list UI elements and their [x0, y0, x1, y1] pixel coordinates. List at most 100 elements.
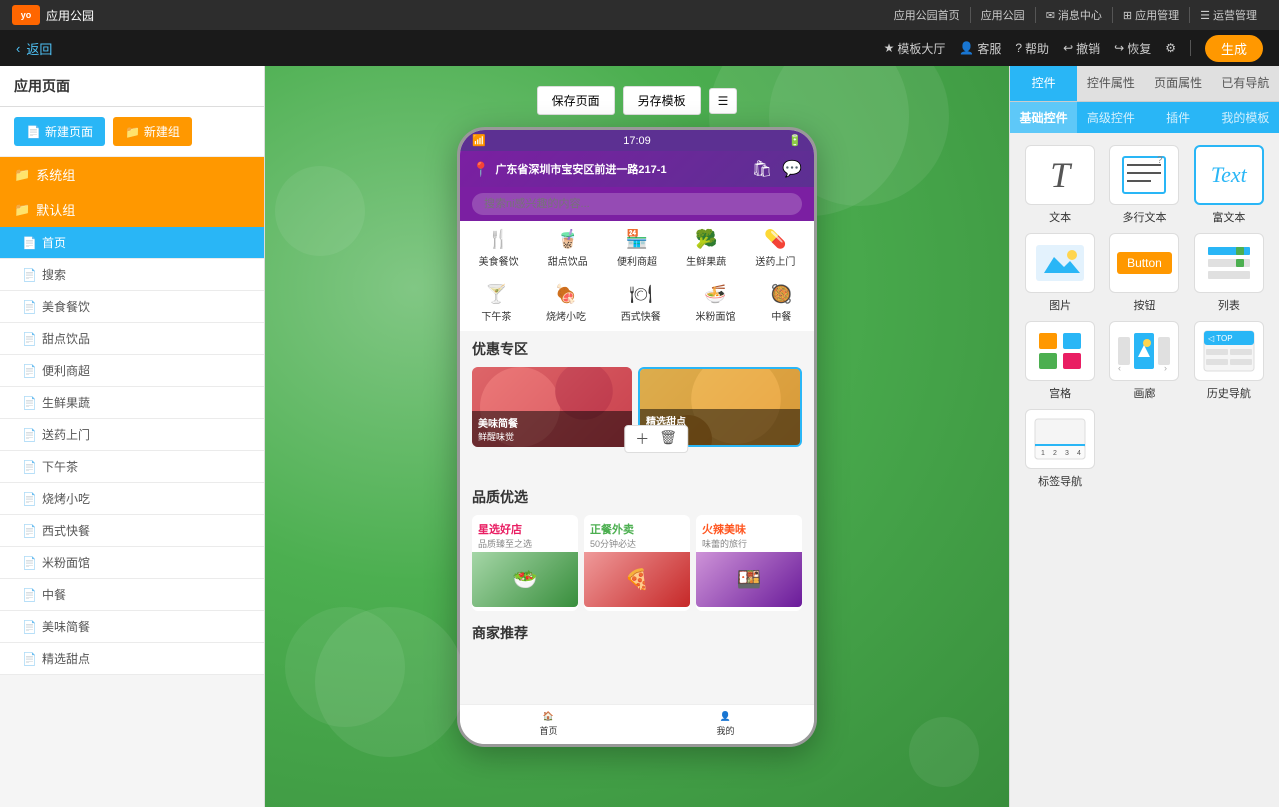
quality-card-2-title: 正餐外卖 — [590, 521, 684, 537]
cat-chinese[interactable]: 🥘 中餐 — [770, 284, 792, 323]
sidebar-group-def[interactable]: 📁 默认组 — [0, 192, 264, 227]
sidebar-item-simple-meal[interactable]: 📄 美味简餐 — [0, 611, 264, 643]
tab-nav[interactable]: 已有导航 — [1212, 66, 1279, 101]
help-btn[interactable]: ? 帮助 — [1015, 40, 1049, 57]
bottom-nav-profile[interactable]: 👤 我的 — [716, 711, 734, 738]
cat-fresh-label: 生鲜果蔬 — [686, 253, 726, 268]
widget-image[interactable]: 图片 — [1022, 233, 1098, 313]
cat-medicine[interactable]: 💊 送药上门 — [755, 229, 795, 268]
phone-search-input[interactable] — [472, 193, 802, 215]
tab-control-props[interactable]: 控件属性 — [1077, 66, 1144, 101]
subtab-mytemplate[interactable]: 我的模板 — [1212, 102, 1279, 133]
sidebar-title: 应用页面 — [0, 66, 264, 107]
svg-text:◁ TOP: ◁ TOP — [1208, 334, 1233, 343]
widget-grid-w[interactable]: 宫格 — [1022, 321, 1098, 401]
promo-cards-row: 美味简餐 鲜醒味觉 精选甜点 美好心情 ＋ 🗑 — [460, 363, 814, 451]
template-hall-btn[interactable]: ★ 模板大厅 — [884, 40, 946, 57]
subtab-basic[interactable]: 基础控件 — [1010, 102, 1077, 133]
cat-tea[interactable]: 🍸 下午茶 — [481, 284, 511, 323]
page-icon-convenience: 📄 — [22, 364, 37, 378]
sidebar-buttons: 📄 新建页面 📁 新建组 — [0, 107, 264, 157]
cat-convenience[interactable]: 🏪 便利商超 — [617, 229, 657, 268]
undo-btn[interactable]: ↩ 撤销 — [1063, 40, 1100, 57]
new-page-button[interactable]: 📄 新建页面 — [14, 117, 105, 146]
ops-icon: ☰ — [1200, 9, 1210, 22]
tab-nav-icon: 1 2 3 4 — [1033, 417, 1087, 461]
nav-link-ops[interactable]: ☰ 运营管理 — [1190, 7, 1267, 23]
add-promo-btn[interactable]: ＋ — [635, 429, 649, 449]
canvas-menu-button[interactable]: ☰ — [709, 88, 738, 114]
promo-card-actions: ＋ 🗑 — [624, 425, 688, 453]
message-icon[interactable]: 💬 — [782, 159, 802, 179]
quality-card-2-subtitle: 50分钟必达 — [590, 537, 684, 550]
bottom-nav-home[interactable]: 🏠 首页 — [539, 711, 557, 738]
nav-link-app[interactable]: 应用公园 — [971, 7, 1036, 23]
page-icon-tea: 📄 — [22, 460, 37, 474]
new-group-button[interactable]: 📁 新建组 — [113, 117, 192, 146]
sidebar-item-bbq[interactable]: 📄 烧烤小吃 — [0, 483, 264, 515]
sidebar-item-selected-dessert[interactable]: 📄 精选甜点 — [0, 643, 264, 675]
cat-dessert[interactable]: 🧋 甜点饮品 — [548, 229, 588, 268]
svg-text:4: 4 — [1077, 450, 1081, 457]
quality-card-1-title: 星选好店 — [478, 521, 572, 537]
sidebar-item-dessert[interactable]: 📄 甜点饮品 — [0, 323, 264, 355]
cat-chinese-label: 中餐 — [771, 308, 791, 323]
sidebar-item-search[interactable]: 📄 搜索 — [0, 259, 264, 291]
tab-controls[interactable]: 控件 — [1010, 66, 1077, 101]
sidebar-group-sys[interactable]: 📁 系统组 — [0, 157, 264, 192]
save-page-button[interactable]: 保存页面 — [537, 86, 615, 115]
delete-promo-btn[interactable]: 🗑 — [659, 429, 677, 449]
sidebar-item-western[interactable]: 📄 西式快餐 — [0, 515, 264, 547]
quality-card-3-img: 🍱 — [696, 552, 802, 607]
quality-card-1[interactable]: 星选好店 品质臻至之选 🥗 — [472, 515, 578, 611]
cat-food[interactable]: 🍴 美食餐饮 — [479, 229, 519, 268]
sidebar-item-noodle[interactable]: 📄 米粉面馆 — [0, 547, 264, 579]
back-button[interactable]: ‹ 返回 — [16, 39, 52, 58]
generate-button[interactable]: 生成 — [1205, 35, 1263, 62]
cat-bbq[interactable]: 🍖 烧烤小吃 — [546, 284, 586, 323]
quality-card-2[interactable]: 正餐外卖 50分钟必达 🍕 — [584, 515, 690, 611]
settings-btn[interactable]: ⚙ — [1165, 41, 1176, 55]
tab-page-props[interactable]: 页面属性 — [1145, 66, 1212, 101]
sidebar-item-convenience[interactable]: 📄 便利商超 — [0, 355, 264, 387]
sidebar-item-chinese[interactable]: 📄 中餐 — [0, 579, 264, 611]
widget-text-label: 文本 — [1049, 209, 1071, 225]
sidebar-item-tea[interactable]: 📄 下午茶 — [0, 451, 264, 483]
subtab-plugin[interactable]: 插件 — [1145, 102, 1212, 133]
redo-btn[interactable]: ↪ 恢复 — [1114, 40, 1151, 57]
sidebar-item-homepage[interactable]: 📄 首页 — [0, 227, 264, 259]
promo-card-1-overlay: 美味简餐 鲜醒味觉 — [472, 411, 632, 447]
subtab-advanced[interactable]: 高级控件 — [1077, 102, 1144, 133]
nav-link-msg[interactable]: ✉ 消息中心 — [1036, 7, 1113, 23]
widget-button[interactable]: Button 按钮 — [1106, 233, 1182, 313]
star-icon: ★ — [884, 41, 895, 55]
widget-multitext[interactable]: ? 多行文本 — [1106, 145, 1182, 225]
nav-link-home[interactable]: 应用公园首页 — [884, 7, 971, 23]
widget-text[interactable]: T 文本 — [1022, 145, 1098, 225]
widget-gallery[interactable]: ‹ › 画廊 — [1106, 321, 1182, 401]
quality-card-3[interactable]: 火辣美味 味蕾的旅行 🍱 — [696, 515, 802, 611]
page-icon-western: 📄 — [22, 524, 37, 538]
save-as-template-button[interactable]: 另存模板 — [623, 86, 701, 115]
sidebar-page-list: 📁 系统组 📁 默认组 📄 首页 📄 搜索 📄 美食餐饮 📄 甜点饮品 — [0, 157, 264, 807]
widget-list[interactable]: 列表 — [1191, 233, 1267, 313]
widget-history-nav[interactable]: ◁ TOP 历史导航 — [1191, 321, 1267, 401]
promo-card-1[interactable]: 美味简餐 鲜醒味觉 — [472, 367, 632, 447]
customer-service-btn[interactable]: 👤 客服 — [959, 40, 1001, 57]
grid-icon — [1035, 329, 1085, 373]
widget-richtext[interactable]: Text 富文本 — [1191, 145, 1267, 225]
widget-tab-nav[interactable]: 1 2 3 4 标签导航 — [1022, 409, 1098, 489]
sidebar-item-medicine[interactable]: 📄 送药上门 — [0, 419, 264, 451]
sidebar-item-food[interactable]: 📄 美食餐饮 — [0, 291, 264, 323]
sidebar-item-fresh[interactable]: 📄 生鲜果蔬 — [0, 387, 264, 419]
cat-noodle[interactable]: 🍜 米粉面馆 — [695, 284, 735, 323]
shopping-icon[interactable]: 🛍 — [752, 159, 772, 179]
cat-western[interactable]: 🍽 西式快餐 — [621, 284, 661, 323]
canvas-toolbar: 保存页面 另存模板 ☰ — [537, 86, 738, 115]
cat-fresh[interactable]: 🥦 生鲜果蔬 — [686, 229, 726, 268]
nav-link-appmanage[interactable]: ⊞ 应用管理 — [1113, 7, 1190, 23]
battery-icon: 🔋 — [788, 134, 802, 147]
phone-header: 📍 广东省深圳市宝安区前进一路217-1 🛍 💬 — [460, 151, 814, 187]
decor-circle-2 — [285, 607, 405, 727]
divider — [1190, 40, 1191, 56]
